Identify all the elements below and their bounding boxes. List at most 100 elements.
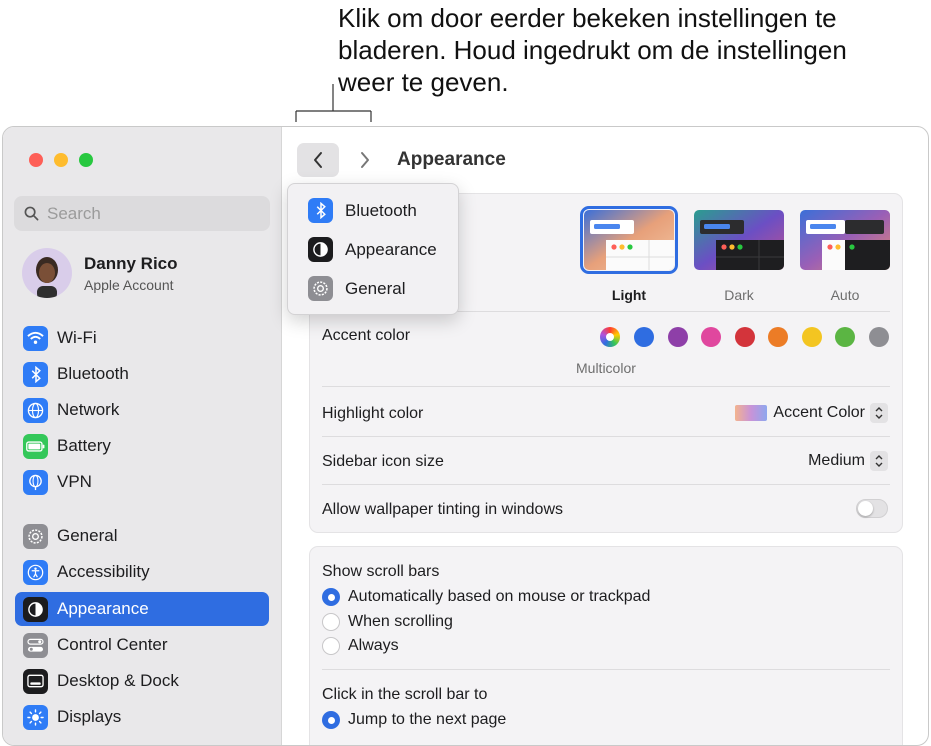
radio-label: Jump to the next page — [348, 711, 507, 728]
toggle-knob — [858, 501, 873, 516]
highlight-color-popup[interactable]: Accent Color — [735, 403, 888, 423]
sidebar-item-battery[interactable]: Battery — [15, 429, 269, 463]
sidebar-item-label: Battery — [57, 436, 111, 455]
sidebar-item-label: Accessibility — [57, 562, 150, 581]
accent-swatch-yellow[interactable] — [802, 327, 822, 347]
sun-icon — [23, 704, 48, 730]
highlight-swatch — [735, 405, 768, 421]
history-item-label: General — [345, 278, 406, 298]
search-icon — [24, 206, 39, 221]
accent-swatch-blue[interactable] — [634, 327, 654, 347]
accent-swatch-pink[interactable] — [701, 327, 721, 347]
divider — [322, 484, 890, 485]
accent-swatch-purple[interactable] — [668, 327, 688, 347]
appearance-label-auto: Auto — [830, 287, 860, 303]
wallpaper-tinting-label: Allow wallpaper tinting in windows — [322, 501, 564, 518]
sidebar: Danny Rico Apple Account Wi-Fi Bluetooth… — [3, 127, 282, 745]
sidebar-item-accessibility[interactable]: Accessibility — [15, 555, 269, 589]
history-menu: Bluetooth Appearance General — [287, 183, 459, 315]
radio-label: Always — [348, 637, 399, 654]
minimize-window-button[interactable] — [54, 153, 68, 167]
scroll-bars-panel: Show scroll bars Automatically based on … — [309, 546, 903, 745]
sidebar-item-desktop-dock[interactable]: Desktop & Dock — [15, 664, 269, 698]
wallpaper-tinting-toggle[interactable] — [856, 499, 888, 518]
avatar — [22, 248, 72, 298]
sidebar-item-label: Desktop & Dock — [57, 671, 179, 690]
sidebar-item-network[interactable]: Network — [15, 393, 269, 427]
callout-line-2: bladeren. Houd ingedrukt om de instellin… — [338, 35, 847, 65]
appearance-option-light[interactable] — [580, 206, 678, 274]
sidebar-item-general[interactable]: General — [15, 519, 269, 553]
vpn-icon — [23, 469, 48, 495]
radio-scroll-when-scrolling[interactable]: When scrolling — [322, 613, 453, 631]
callout-text: Klik om door eerder bekeken instellingen… — [338, 2, 928, 98]
desktop-dock-icon — [23, 668, 48, 694]
sidebar-item-label: General — [57, 526, 118, 545]
sidebar-item-displays[interactable]: Displays — [15, 700, 269, 734]
radio-button[interactable] — [322, 613, 340, 631]
forward-button[interactable] — [344, 143, 386, 177]
bluetooth-icon — [23, 361, 48, 387]
show-scroll-bars-label: Show scroll bars — [322, 563, 440, 580]
battery-icon — [23, 433, 48, 459]
chevron-up-down-icon — [870, 403, 888, 423]
sidebar-item-bluetooth[interactable]: Bluetooth — [15, 357, 269, 391]
zoom-window-button[interactable] — [79, 153, 93, 167]
accent-swatch-green[interactable] — [835, 327, 855, 347]
sidebar-icon-size-label: Sidebar icon size — [322, 453, 444, 470]
search-field[interactable] — [14, 196, 270, 231]
appearance-option-auto[interactable] — [800, 210, 890, 270]
radio-scroll-automatic[interactable]: Automatically based on mouse or trackpad — [322, 588, 650, 606]
accent-swatch-multicolor[interactable] — [600, 327, 620, 347]
appearance-option-dark[interactable] — [694, 210, 784, 270]
sidebar-item-label: Appearance — [57, 599, 149, 618]
apple-account[interactable]: Danny Rico Apple Account — [22, 248, 178, 298]
accent-color-label: Accent color — [322, 327, 411, 344]
sidebar-item-label: Displays — [57, 707, 122, 726]
history-item-bluetooth[interactable]: Bluetooth — [308, 198, 417, 223]
account-subtitle: Apple Account — [84, 276, 174, 293]
radio-button[interactable] — [322, 637, 340, 655]
accent-selected-name: Multicolor — [576, 360, 636, 376]
sidebar-item-label: Control Center — [57, 635, 168, 654]
radio-jump-next-page[interactable]: Jump to the next page — [322, 711, 506, 729]
page-title: Appearance — [397, 149, 506, 170]
sidebar-item-label: Bluetooth — [57, 364, 129, 383]
callout-line-1: Klik om door eerder bekeken instellingen… — [338, 3, 837, 33]
sidebar-item-label: Wi-Fi — [57, 328, 97, 347]
callout-line-3: weer te geven. — [338, 67, 509, 97]
radio-scroll-always[interactable]: Always — [322, 637, 399, 655]
sidebar-item-label: Network — [57, 400, 120, 419]
accent-swatch-orange[interactable] — [768, 327, 788, 347]
sidebar-icon-size-popup[interactable]: Medium — [808, 451, 888, 471]
accessibility-icon — [23, 559, 48, 585]
wifi-icon — [23, 325, 48, 351]
globe-icon — [23, 397, 48, 423]
sidebar-item-control-center[interactable]: Control Center — [15, 628, 269, 662]
back-button[interactable] — [297, 143, 339, 177]
search-input[interactable] — [47, 203, 247, 224]
history-item-general[interactable]: General — [308, 276, 405, 301]
close-window-button[interactable] — [29, 153, 43, 167]
bluetooth-icon — [308, 198, 333, 223]
sidebar-item-vpn[interactable]: VPN — [15, 465, 269, 499]
sidebar-item-wifi[interactable]: Wi-Fi — [15, 321, 269, 355]
radio-button[interactable] — [322, 711, 340, 729]
control-center-icon — [23, 632, 48, 658]
accent-swatch-red[interactable] — [735, 327, 755, 347]
appearance-icon — [308, 237, 333, 262]
highlight-color-value: Accent Color — [773, 404, 865, 421]
gear-icon — [308, 276, 333, 301]
account-name: Danny Rico — [84, 253, 178, 273]
gear-icon — [23, 523, 48, 549]
divider — [322, 386, 890, 387]
radio-label: When scrolling — [348, 613, 453, 630]
divider — [322, 669, 890, 670]
highlight-color-label: Highlight color — [322, 405, 424, 422]
history-item-appearance[interactable]: Appearance — [308, 237, 437, 262]
chevron-right-icon — [361, 152, 369, 168]
sidebar-item-appearance[interactable]: Appearance — [15, 592, 269, 626]
history-item-label: Bluetooth — [345, 200, 417, 220]
accent-swatch-graphite[interactable] — [869, 327, 889, 347]
radio-button[interactable] — [322, 588, 340, 606]
